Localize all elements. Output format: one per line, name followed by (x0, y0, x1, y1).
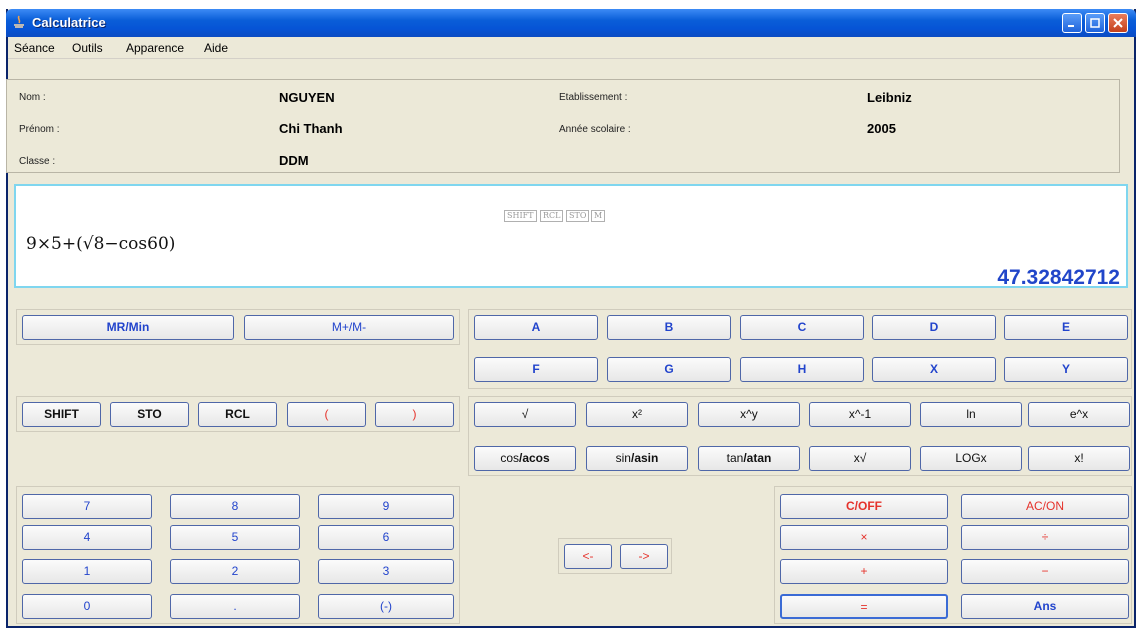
cursor-left-button[interactable]: <- (564, 544, 612, 569)
var-h-button[interactable]: H (740, 357, 864, 382)
close-icon (1113, 18, 1123, 28)
tan-atan-button[interactable]: tan/atan (698, 446, 800, 471)
key-4[interactable]: 4 (22, 525, 152, 550)
inverse-button[interactable]: x^-1 (809, 402, 911, 427)
key-5[interactable]: 5 (170, 525, 300, 550)
rcl-button[interactable]: RCL (198, 402, 277, 427)
key-3[interactable]: 3 (318, 559, 454, 584)
var-b-button[interactable]: B (607, 315, 731, 340)
tan-label: tan (726, 451, 744, 465)
var-x-button[interactable]: X (872, 357, 996, 382)
sqrt-button[interactable]: √ (474, 402, 576, 427)
var-e-button[interactable]: E (1004, 315, 1128, 340)
mr-min-button[interactable]: MR/Min (22, 315, 234, 340)
shift-indicator: SHIFT (504, 210, 537, 222)
classe-value: DDM (279, 153, 309, 168)
equals-button[interactable]: = (780, 594, 948, 619)
key-decimal[interactable]: . (170, 594, 300, 619)
close-paren-button[interactable]: ) (375, 402, 454, 427)
etablissement-value: Leibniz (867, 90, 912, 105)
m-plus-minus-button[interactable]: M+/M- (244, 315, 454, 340)
annee-value: 2005 (867, 121, 896, 136)
annee-label: Année scolaire : (559, 124, 631, 135)
calculator-display: SHIFT RCL STO M 9×5+(√8−cos60) 47.328427… (14, 184, 1128, 289)
sin-asin-button[interactable]: sin/asin (586, 446, 688, 471)
c-off-button[interactable]: C/OFF (780, 494, 948, 519)
key-0[interactable]: 0 (22, 594, 152, 619)
plus-button[interactable]: + (780, 559, 948, 584)
memory-panel: MR/Min M+/M- (16, 309, 460, 345)
var-f-button[interactable]: F (474, 357, 598, 382)
minimize-button[interactable] (1062, 13, 1082, 33)
mode-panel: SHIFT STO RCL ( ) (16, 396, 460, 432)
key-1[interactable]: 1 (22, 559, 152, 584)
cos-acos-button[interactable]: cos/acos (474, 446, 576, 471)
var-a-button[interactable]: A (474, 315, 598, 340)
functions-panel: √ x² x^y x^-1 ln e^x cos/acos sin/asin t… (468, 396, 1132, 476)
key-2[interactable]: 2 (170, 559, 300, 584)
var-y-button[interactable]: Y (1004, 357, 1128, 382)
minimize-icon (1068, 25, 1074, 27)
ln-button[interactable]: ln (920, 402, 1022, 427)
cos-label: cos (500, 451, 519, 465)
memory-indicator: M (591, 210, 606, 222)
variables-panel: A B C D E F G H X Y (468, 309, 1132, 389)
open-paren-button[interactable]: ( (287, 402, 366, 427)
asin-label: /asin (630, 451, 659, 465)
acos-label: /acos (519, 451, 550, 465)
sto-button[interactable]: STO (110, 402, 189, 427)
nom-value: NGUYEN (279, 90, 335, 105)
window-title: Calculatrice (32, 15, 106, 30)
cursor-panel: <- -> (558, 538, 672, 574)
key-negate[interactable]: (-) (318, 594, 454, 619)
key-9[interactable]: 9 (318, 494, 454, 519)
sin-label: sin (615, 451, 631, 465)
close-button[interactable] (1108, 13, 1128, 33)
cursor-right-button[interactable]: -> (620, 544, 668, 569)
nom-label: Nom : (19, 92, 46, 103)
operators-panel: C/OFF AC/ON × ÷ + − = Ans (774, 486, 1132, 624)
square-button[interactable]: x² (586, 402, 688, 427)
result-value: 47.32842712 (997, 266, 1120, 289)
menu-outils[interactable]: Outils (72, 41, 103, 55)
menu-bar: Séance Outils Apparence Aide (8, 37, 1134, 59)
exp-button[interactable]: e^x (1028, 402, 1130, 427)
prenom-label: Prénom : (19, 124, 60, 135)
sto-indicator: STO (566, 210, 590, 222)
var-c-button[interactable]: C (740, 315, 864, 340)
divide-button[interactable]: ÷ (961, 525, 1129, 550)
menu-seance[interactable]: Séance (14, 41, 55, 55)
etablissement-label: Etablissement : (559, 92, 628, 103)
menu-apparence[interactable]: Apparence (126, 41, 184, 55)
prenom-value: Chi Thanh (279, 121, 343, 136)
keypad-panel: 7 8 9 4 5 6 1 2 3 0 . (-) (16, 486, 460, 624)
java-icon (14, 15, 24, 28)
shift-button[interactable]: SHIFT (22, 402, 101, 427)
atan-label: /atan (743, 451, 772, 465)
ans-button[interactable]: Ans (961, 594, 1129, 619)
power-button[interactable]: x^y (698, 402, 800, 427)
title-bar[interactable]: Calculatrice (6, 9, 1136, 37)
key-6[interactable]: 6 (318, 525, 454, 550)
factorial-button[interactable]: x! (1028, 446, 1130, 471)
var-d-button[interactable]: D (872, 315, 996, 340)
var-g-button[interactable]: G (607, 357, 731, 382)
xroot-button[interactable]: x√ (809, 446, 911, 471)
ac-on-button[interactable]: AC/ON (961, 494, 1129, 519)
key-7[interactable]: 7 (22, 494, 152, 519)
maximize-icon (1090, 18, 1100, 28)
classe-label: Classe : (19, 156, 56, 167)
logx-button[interactable]: LOGx (920, 446, 1022, 471)
key-8[interactable]: 8 (170, 494, 300, 519)
multiply-button[interactable]: × (780, 525, 948, 550)
minus-button[interactable]: − (961, 559, 1129, 584)
student-info-panel: Nom : NGUYEN Prénom : Chi Thanh Classe :… (6, 79, 1120, 173)
menu-aide[interactable]: Aide (204, 41, 228, 55)
rcl-indicator: RCL (540, 210, 564, 222)
maximize-button[interactable] (1085, 13, 1105, 33)
expression: 9×5+(√8−cos60) (26, 234, 176, 254)
